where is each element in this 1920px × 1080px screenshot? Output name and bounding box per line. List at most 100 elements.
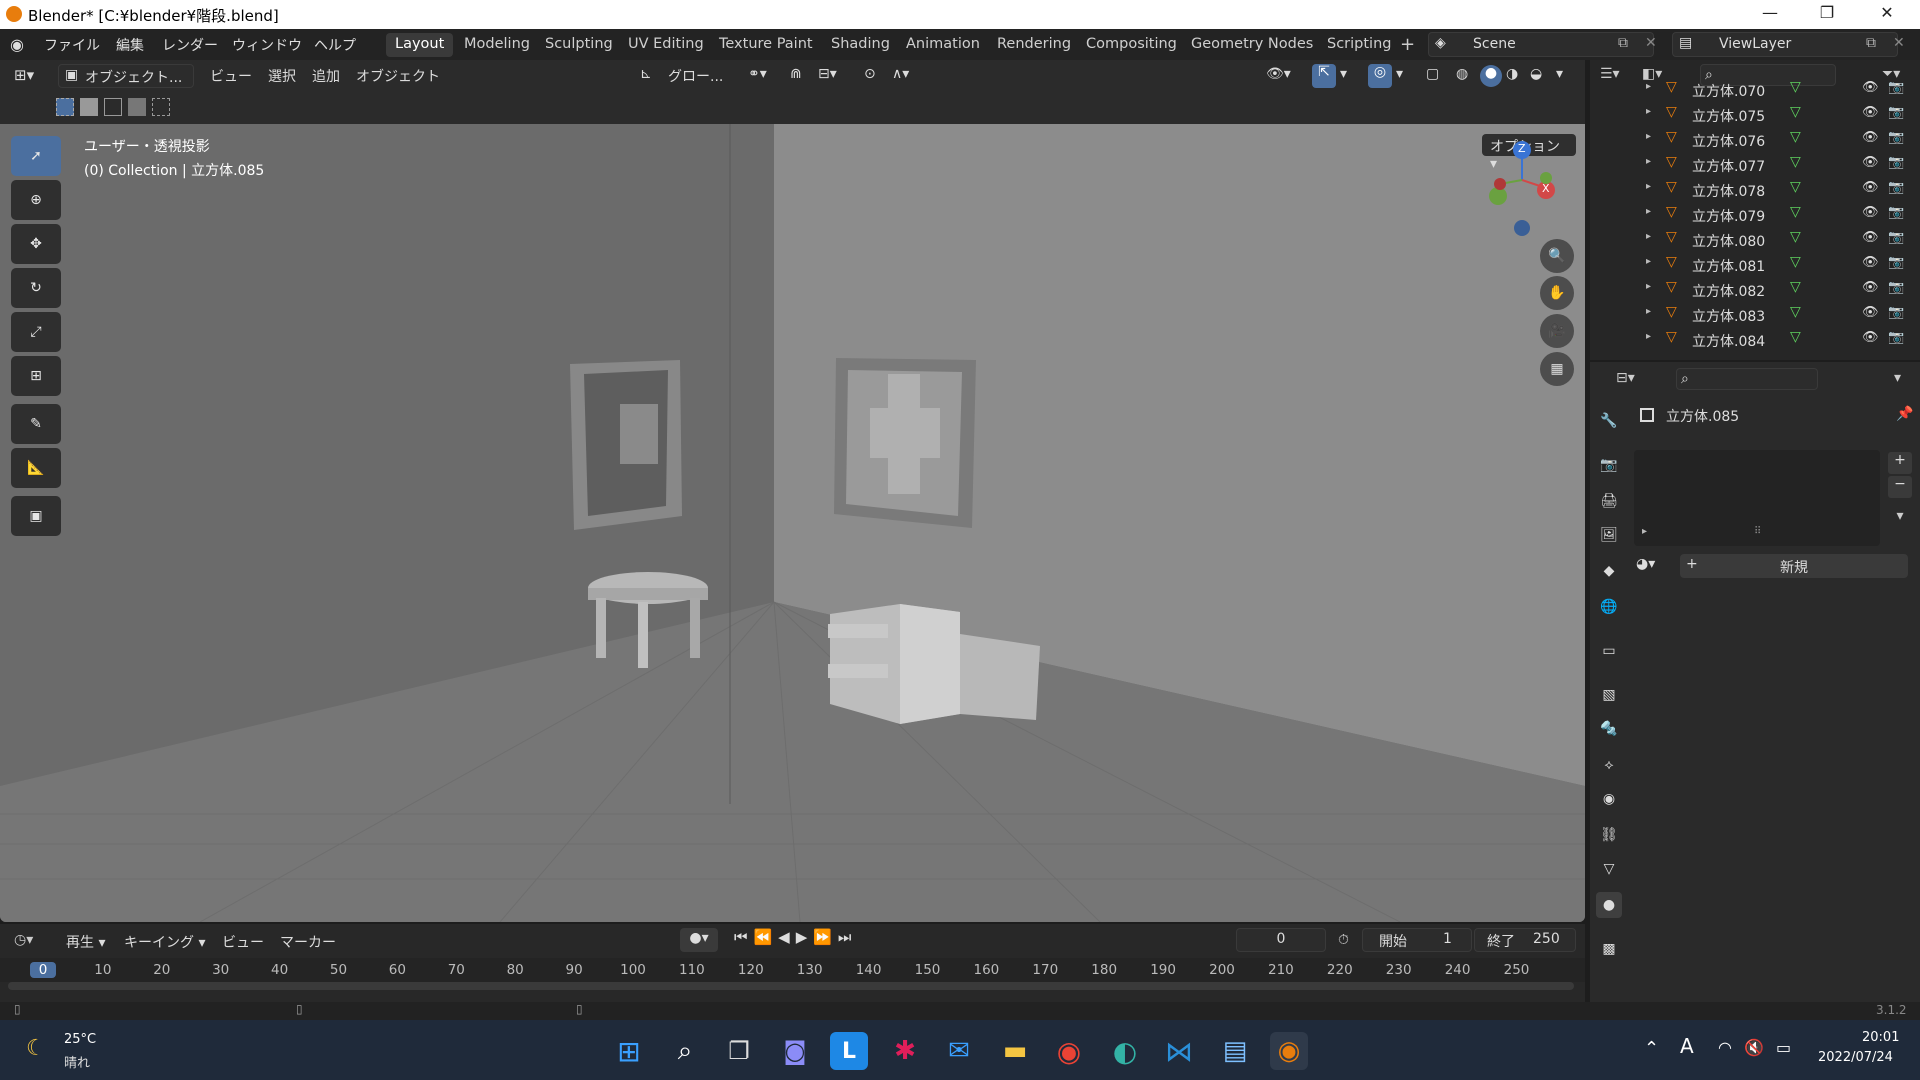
tab-rendering[interactable]: Rendering [988, 33, 1080, 57]
stopwatch-icon[interactable]: ⏱ [1338, 932, 1349, 948]
tool-tab-icon[interactable]: 🔧 [1596, 408, 1622, 434]
tab-modeling[interactable]: Modeling [455, 33, 539, 57]
clock-date[interactable]: 2022/07/24 [1818, 1050, 1893, 1065]
mesh-data-icon[interactable]: ▽ [1790, 79, 1801, 95]
record-button[interactable]: ●▾ [680, 928, 718, 952]
playhead-frame-label[interactable]: 0 [30, 962, 56, 978]
end-frame-field[interactable]: 終了 250 [1474, 928, 1576, 952]
outliner-row[interactable]: ▸ ▽ 立方体.083 ▽ 👁 📷 [1590, 303, 1920, 328]
blender-menu-icon[interactable]: ◉ [10, 35, 30, 55]
zoom-icon[interactable]: 🔍 [1540, 239, 1574, 273]
camera-icon[interactable]: 📷 [1888, 105, 1904, 120]
expand-arrow-icon[interactable]: ▸ [1646, 206, 1651, 217]
camera-icon[interactable]: 📷 [1888, 205, 1904, 220]
camera-view-icon[interactable]: 🎥 [1540, 314, 1574, 348]
eye-icon[interactable]: 👁 [1862, 255, 1879, 270]
expand-arrow-icon[interactable]: ▸ [1646, 231, 1651, 242]
properties-options-icon[interactable]: ▾ [1894, 370, 1901, 386]
select-subtract-icon[interactable] [104, 98, 122, 116]
restore-button[interactable]: ❐ [1812, 3, 1842, 25]
mode-dropdown[interactable]: ▣ オブジェクト... [58, 64, 194, 88]
timeline-scrollbar[interactable] [8, 982, 1574, 990]
transform-orientation-icon[interactable]: ⊾ [640, 66, 652, 82]
falloff-icon[interactable]: ∧▾ [892, 66, 909, 82]
select-new-icon[interactable] [56, 98, 74, 116]
close-window-button[interactable]: ✕ [1872, 3, 1902, 25]
remove-slot-button[interactable]: − [1888, 476, 1912, 498]
properties-editor-icon[interactable]: ⊟▾ [1616, 370, 1635, 386]
outliner-row[interactable]: ▸ ▽ 立方体.070 ▽ 👁 📷 [1590, 78, 1920, 103]
notepad-icon[interactable]: ▤ [1216, 1032, 1254, 1070]
new-material-button[interactable]: + 新規 [1680, 554, 1908, 578]
blender-taskbar-icon[interactable]: ◉ [1270, 1032, 1308, 1070]
weather-temp[interactable]: 25°C [64, 1032, 96, 1047]
camera-icon[interactable]: 📷 [1888, 305, 1904, 320]
mesh-data-icon[interactable]: ▽ [1790, 154, 1801, 170]
select-extend-icon[interactable] [80, 98, 98, 116]
delete-scene-icon[interactable]: ✕ [1645, 35, 1657, 51]
pin-icon[interactable]: 📌 [1896, 406, 1913, 422]
chat-icon[interactable]: ◙ [776, 1032, 814, 1070]
pivot-point-icon[interactable]: ⚭▾ [748, 66, 767, 82]
menu-select[interactable]: 選択 [268, 66, 296, 86]
add-slot-button[interactable]: + [1888, 452, 1912, 474]
file-explorer-icon[interactable]: ▬ [996, 1032, 1034, 1070]
start-menu-icon[interactable]: ⊞ [610, 1032, 648, 1070]
timeline-editor-icon[interactable]: ◷▾ [14, 932, 33, 948]
tab-animation[interactable]: Animation [897, 33, 989, 57]
menu-timeline-view[interactable]: ビュー [222, 932, 264, 952]
menu-render[interactable]: レンダー [162, 35, 218, 55]
menu-window[interactable]: ウィンドウ [232, 35, 302, 55]
tab-sculpting[interactable]: Sculpting [536, 33, 622, 57]
shading-options-icon[interactable]: ▾ [1556, 66, 1563, 82]
eye-icon[interactable]: 👁 [1862, 180, 1879, 195]
resize-handle-icon[interactable]: ⠿ [1754, 526, 1761, 537]
render-tab-icon[interactable]: 📷 [1596, 452, 1622, 478]
output-tab-icon[interactable]: 🖨 [1596, 488, 1622, 514]
outliner-row[interactable]: ▸ ▽ 立方体.082 ▽ 👁 📷 [1590, 278, 1920, 303]
annotate-tool[interactable]: ✎ [11, 404, 61, 444]
particles-tab-icon[interactable]: ⟡ [1596, 752, 1622, 778]
expand-arrow-icon[interactable]: ▸ [1646, 81, 1651, 92]
expand-arrow-icon[interactable]: ▸ [1646, 106, 1651, 117]
expand-arrow-icon[interactable]: ▸ [1646, 331, 1651, 342]
tab-geometry-nodes[interactable]: Geometry Nodes [1182, 33, 1322, 57]
tab-layout[interactable]: Layout [386, 33, 454, 57]
rotate-tool[interactable]: ↻ [11, 268, 61, 308]
expand-arrow-icon[interactable]: ▸ [1646, 256, 1651, 267]
material-tab-icon[interactable]: ● [1596, 892, 1622, 918]
menu-file[interactable]: ファイル [44, 35, 100, 55]
minimize-button[interactable]: — [1755, 3, 1785, 25]
outliner-row[interactable]: ▸ ▽ 立方体.076 ▽ 👁 📷 [1590, 128, 1920, 153]
chrome-icon[interactable]: ◉ [1050, 1032, 1088, 1070]
mesh-data-icon[interactable]: ▽ [1790, 129, 1801, 145]
mesh-data-icon[interactable]: ▽ [1790, 204, 1801, 220]
playback-controls[interactable]: ⏮⏪◀▶⏩⏭ [734, 928, 886, 952]
mesh-data-icon[interactable]: ▽ [1790, 254, 1801, 270]
add-workspace-icon[interactable]: + [1400, 34, 1415, 55]
rendered-shading-icon[interactable]: ◒ [1530, 66, 1542, 82]
cursor-tool[interactable]: ⊕ [11, 180, 61, 220]
camera-icon[interactable]: 📷 [1888, 80, 1904, 95]
camera-icon[interactable]: 📷 [1888, 255, 1904, 270]
snap-target-icon[interactable]: ⊟▾ [818, 66, 837, 82]
vscode-icon[interactable]: ⋈ [1160, 1032, 1198, 1070]
weather-text[interactable]: 晴れ [64, 1052, 90, 1071]
overlays-dropdown-icon[interactable]: ▾ [1396, 66, 1403, 82]
select-box-tool[interactable]: ➚ [11, 136, 61, 176]
show-hidden-icons-icon[interactable]: ⌃ [1644, 1038, 1659, 1059]
clock-time[interactable]: 20:01 [1862, 1030, 1899, 1045]
tab-scripting[interactable]: Scripting [1318, 33, 1400, 57]
outliner-row[interactable]: ▸ ▽ 立方体.075 ▽ 👁 📷 [1590, 103, 1920, 128]
tab-shading[interactable]: Shading [822, 33, 899, 57]
expand-arrow-icon[interactable]: ▸ [1646, 306, 1651, 317]
physics-tab-icon[interactable]: ◉ [1596, 786, 1622, 812]
search-icon[interactable]: ⌕ [666, 1032, 704, 1070]
overlays-toggle-icon[interactable]: ◎ [1368, 64, 1392, 88]
material-shading-icon[interactable]: ◑ [1506, 66, 1518, 82]
expand-arrow-icon[interactable]: ▸ [1646, 131, 1651, 142]
ortho-toggle-icon[interactable]: ▦ [1540, 352, 1574, 386]
view-layer-tab-icon[interactable]: 🖼 [1596, 522, 1622, 548]
slack-icon[interactable]: ✱ [886, 1032, 924, 1070]
battery-icon[interactable]: ▭ [1776, 1038, 1791, 1057]
